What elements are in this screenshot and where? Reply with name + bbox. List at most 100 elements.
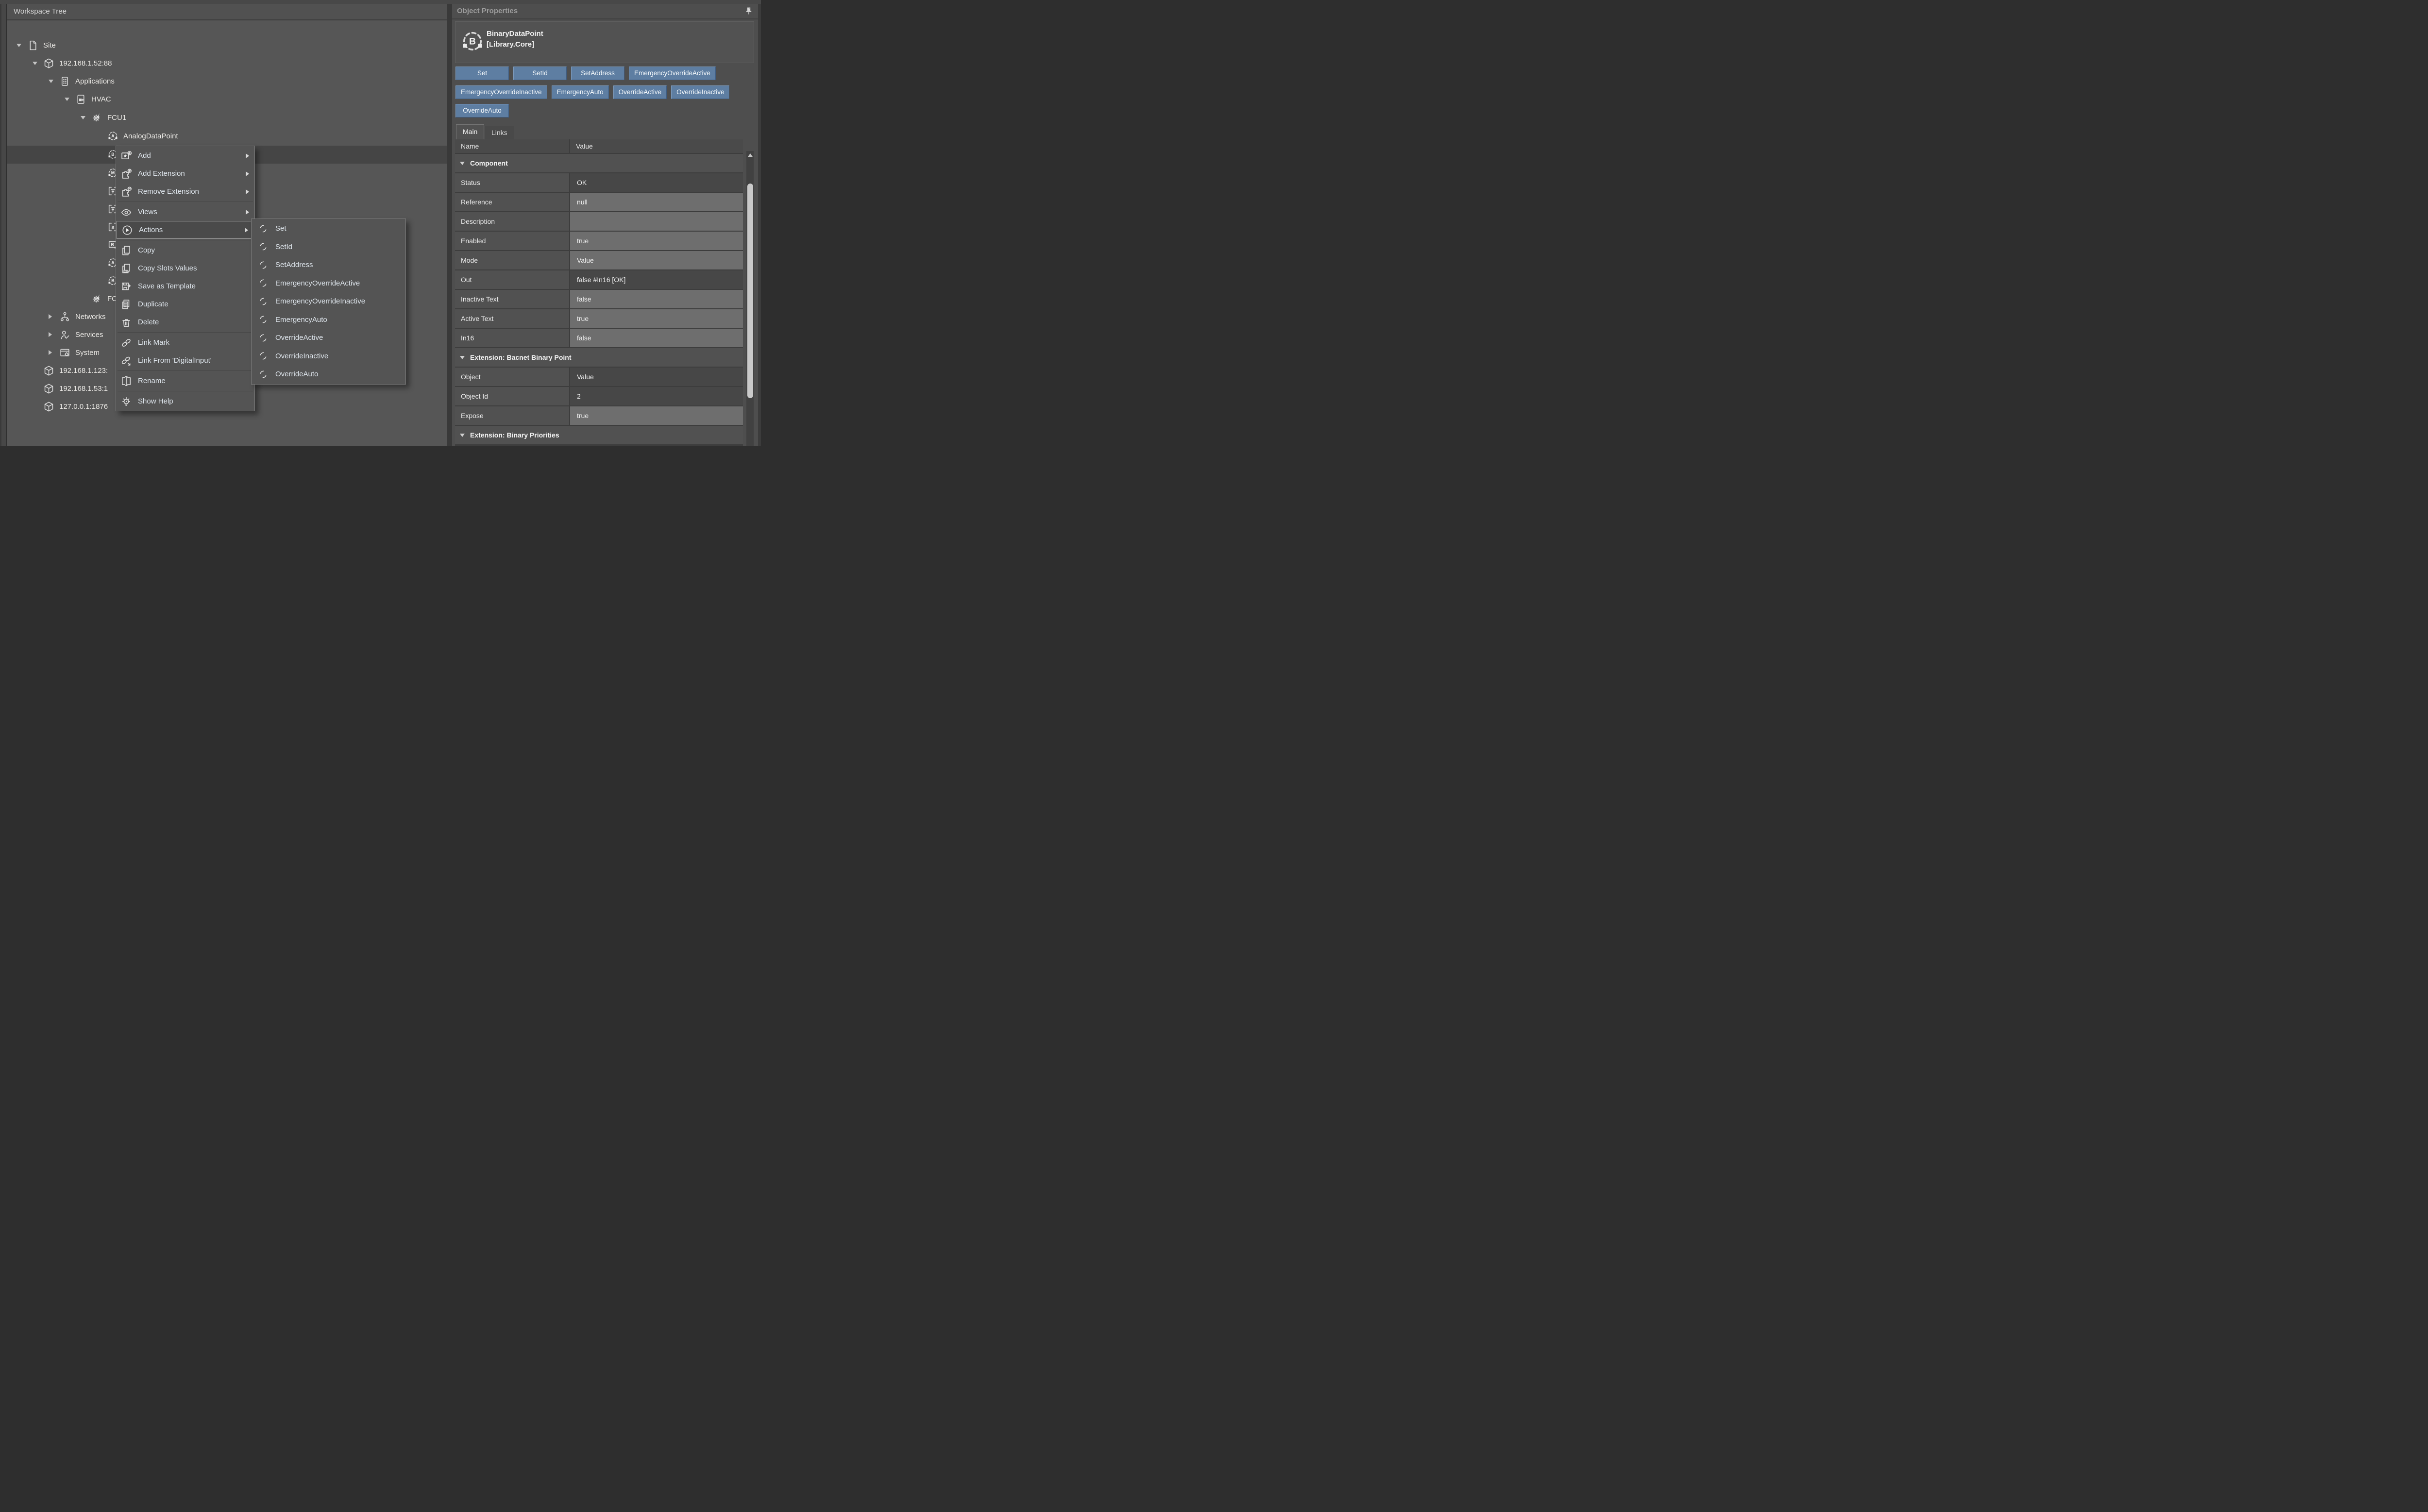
group-expanded-arrow-icon [460,356,465,359]
menu-item-rename[interactable]: Rename [116,372,254,390]
action-button-setaddress[interactable]: SetAddress [571,67,624,80]
cube-icon [43,383,54,394]
submenu-item-overrideactive[interactable]: OverrideActive [252,329,405,347]
tab-links[interactable]: Links [485,126,514,139]
tree-item-label: 127.0.0.1:1876 [59,398,108,416]
action-button-overrideinactive[interactable]: OverrideInactive [671,85,729,99]
action-button-setid[interactable]: SetId [513,67,567,80]
submenu-item-overrideauto[interactable]: OverrideAuto [252,365,405,384]
tree-item-site[interactable]: Site [7,36,447,54]
tree-item-label: System [75,344,100,362]
submenu-item-setid[interactable]: SetId [252,238,405,256]
property-value[interactable]: true [570,232,743,250]
puzzle-minus-icon [120,186,132,198]
menu-item-actions[interactable]: Actions [117,221,254,239]
tree-item-fcu1[interactable]: FCU1 [7,109,447,127]
bulb-icon [120,396,132,407]
submenu-item-emergencyauto[interactable]: EmergencyAuto [252,311,405,329]
panel-divider[interactable] [447,4,452,446]
doc-icon [27,40,38,51]
action-button-emergencyoverrideactive[interactable]: EmergencyOverrideActive [629,67,716,80]
property-row-in16: In16false [455,329,743,347]
expanded-arrow-icon[interactable] [17,44,21,47]
submenu-item-label: EmergencyOverrideActive [275,279,360,287]
tree-item-analogdatapoint[interactable]: AAnalogDataPoint [7,127,447,145]
scrollbar-thumb[interactable] [747,184,753,398]
action-button-overrideauto[interactable]: OverrideAuto [455,104,509,118]
submenu-item-label: Set [275,224,287,233]
property-name: Enabled [455,232,569,250]
tab-main[interactable]: Main [456,124,484,139]
menu-item-delete[interactable]: Delete [116,313,254,331]
properties-table-header: Name Value [455,139,743,153]
menu-item-add-extension[interactable]: Add Extension [116,165,254,183]
property-name: Description [455,212,569,231]
menu-item-save-as-template[interactable]: Save as Template [116,277,254,295]
menu-item-copy-slots-values[interactable]: 123Copy Slots Values [116,259,254,277]
collapsed-arrow-icon[interactable] [49,314,52,319]
properties-table: Name Value ComponentStatusOKReferencenul… [455,139,743,446]
menu-item-link-mark[interactable]: Link Mark [116,334,254,352]
submenu-arrow-icon [245,228,248,233]
collapsed-arrow-icon[interactable] [49,332,52,337]
apps-icon [59,76,70,87]
property-value[interactable]: Value [570,251,743,269]
menu-item-link-from-digitalinput[interactable]: Link From 'DigitalInput' [116,352,254,370]
expanded-arrow-icon[interactable] [49,80,53,83]
action-button-emergencyauto[interactable]: EmergencyAuto [552,85,609,99]
rename-icon [120,375,132,387]
property-name: Object Id [455,387,569,405]
submenu-item-setaddress[interactable]: SetAddress [252,256,405,274]
tree-item-hvac[interactable]: HVAC [7,90,447,108]
menu-item-label: Copy Slots Values [138,264,254,272]
action-button-set[interactable]: Set [455,67,509,80]
tree-item-applications[interactable]: Applications [7,72,447,90]
menu-item-label: Show Help [138,397,254,405]
property-value[interactable]: false [570,290,743,308]
action-button-emergencyoverrideinactive[interactable]: EmergencyOverrideInactive [455,85,547,99]
property-value[interactable]: null [570,193,743,211]
menu-item-label: Views [138,208,246,216]
window-right-edge [758,4,761,446]
submenu-item-set[interactable]: Set [252,219,405,238]
menu-item-add[interactable]: Add [116,147,254,165]
tree-item-192-168-1-52-88[interactable]: 192.168.1.52:88 [7,54,447,72]
column-header-value[interactable]: Value [570,139,743,153]
menu-item-show-help[interactable]: Show Help [116,392,254,410]
column-header-name[interactable]: Name [455,139,569,153]
collapsed-arrow-icon[interactable] [49,350,52,355]
action-button-overrideactive[interactable]: OverrideActive [613,85,667,99]
save-template-icon [120,281,132,292]
tree-item-label: AnalogDataPoint [123,127,178,145]
submenu-item-emergencyoverrideactive[interactable]: EmergencyOverrideActive [252,274,405,293]
expanded-arrow-icon[interactable] [33,62,37,65]
vertical-scrollbar[interactable] [746,151,754,446]
expanded-arrow-icon[interactable] [81,116,85,119]
menu-item-views[interactable]: Views [116,203,254,221]
property-value[interactable]: true [570,406,743,425]
svg-text:B: B [111,278,114,283]
property-row-object: ObjectValue [455,368,743,386]
property-name: Expose [455,406,569,425]
property-group-extension-bacnet-binary-point[interactable]: Extension: Bacnet Binary Point [455,348,743,367]
property-row-out: Outfalse #In16 [OK] [455,270,743,289]
scrollbar-up-arrow-icon[interactable] [748,153,753,157]
property-value: OK [570,173,743,192]
property-value[interactable]: true [570,309,743,328]
menu-item-duplicate[interactable]: Duplicate [116,295,254,313]
property-value[interactable] [570,212,743,231]
property-value: false #In16 [OK] [570,270,743,289]
property-row-enabled: Enabledtrue [455,232,743,250]
property-group-extension-binary-priorities[interactable]: Extension: Binary Priorities [455,426,743,444]
submenu-item-emergencyoverrideinactive[interactable]: EmergencyOverrideInactive [252,292,405,311]
property-value[interactable]: false [570,329,743,347]
pin-icon[interactable] [743,6,754,17]
expanded-arrow-icon[interactable] [65,98,69,101]
menu-item-remove-extension[interactable]: Remove Extension [116,183,254,201]
menu-item-label: Remove Extension [138,187,246,196]
action-sync-icon [258,223,269,234]
property-group-component[interactable]: Component [455,154,743,172]
app-window: Workspace Tree Site192.168.1.52:88Applic… [0,0,761,446]
submenu-item-overrideinactive[interactable]: OverrideInactive [252,347,405,366]
menu-item-copy[interactable]: Copy [116,241,254,259]
